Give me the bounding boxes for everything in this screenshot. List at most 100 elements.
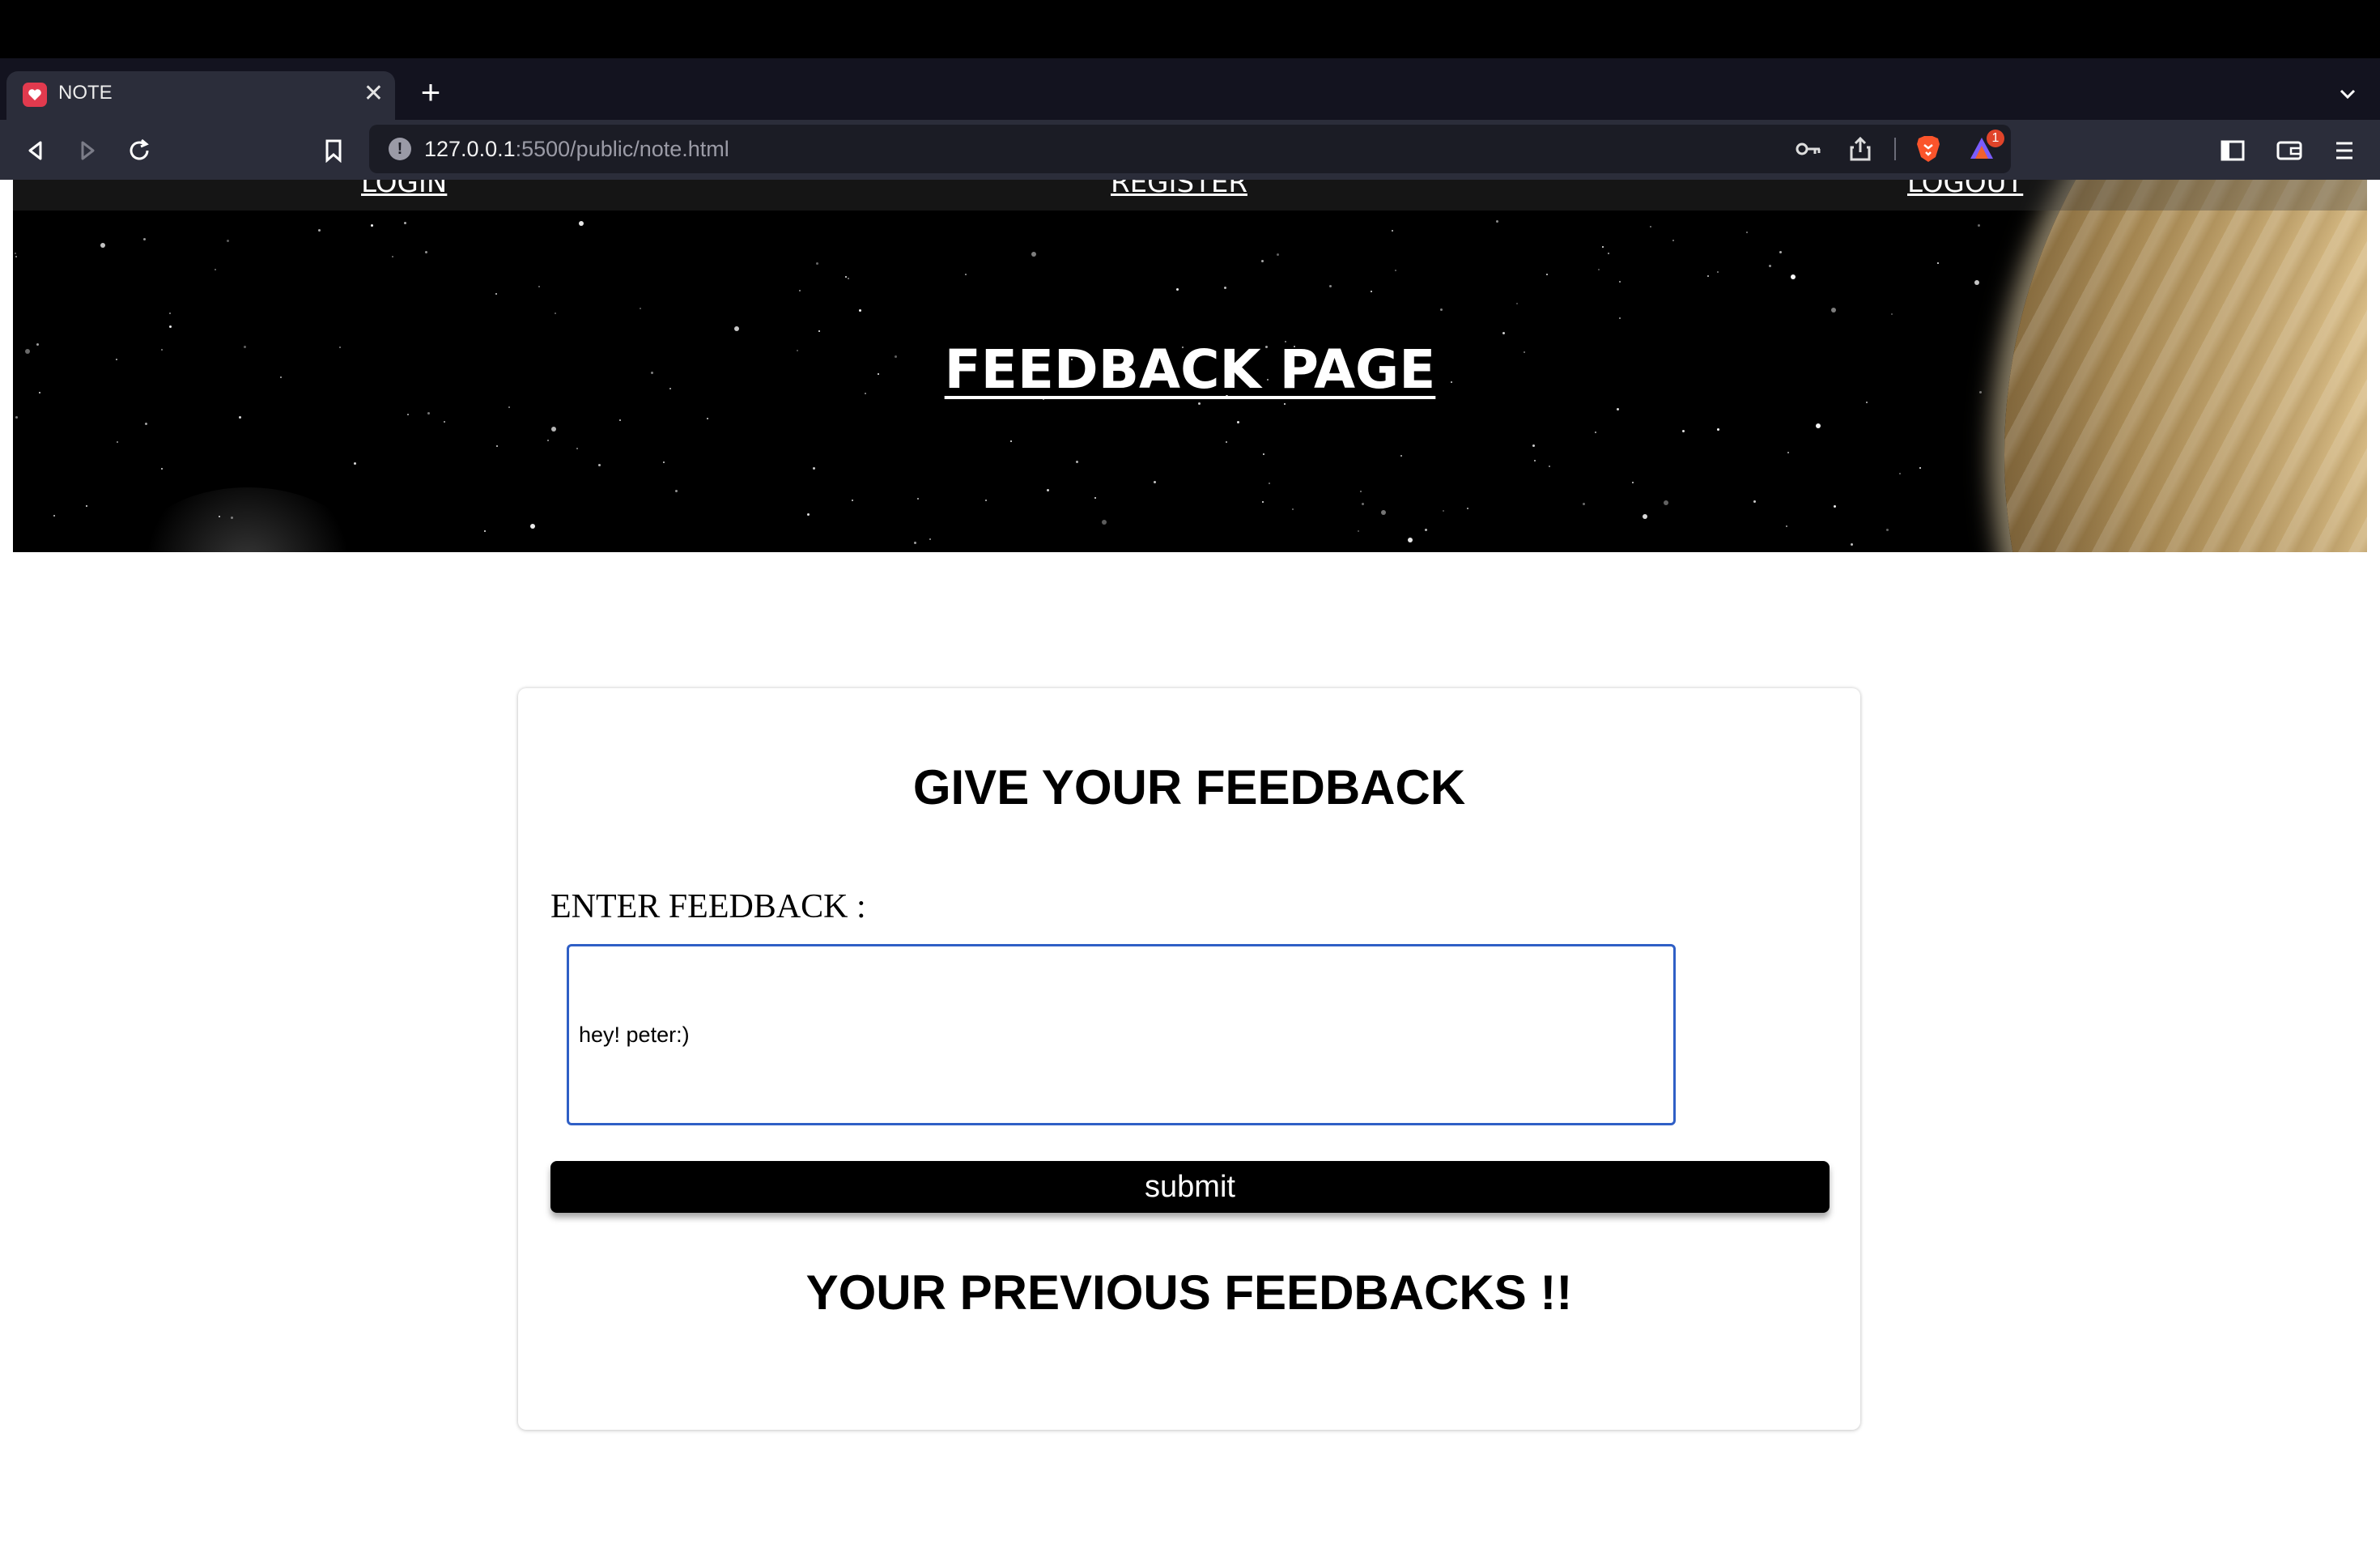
star (1707, 275, 1709, 277)
star (86, 505, 87, 507)
star (1263, 453, 1264, 455)
rewards-icon[interactable]: 1 (1966, 130, 2004, 165)
star (1262, 501, 1264, 503)
star (1672, 240, 1674, 241)
star (407, 414, 409, 415)
star (1816, 423, 1821, 428)
star (425, 251, 427, 253)
chevron-down-icon[interactable] (2331, 78, 2364, 110)
star (371, 224, 373, 227)
star (444, 421, 445, 423)
previous-feedbacks-heading: YOUR PREVIOUS FEEDBACKS !! (805, 1265, 1573, 1320)
star (799, 290, 801, 291)
star (427, 412, 430, 415)
star (1076, 461, 1078, 463)
star (15, 416, 18, 419)
star (807, 513, 810, 516)
star (161, 468, 163, 470)
star (1546, 274, 1548, 275)
star (1664, 500, 1668, 505)
star (15, 256, 17, 257)
star (707, 418, 708, 419)
reload-icon[interactable] (121, 133, 157, 168)
star (619, 419, 621, 421)
star (1440, 308, 1443, 311)
star (1534, 460, 1536, 461)
star (1226, 441, 1227, 443)
rewards-badge: 1 (1987, 130, 2004, 147)
nav-login-link[interactable]: LOGIN (361, 180, 447, 199)
star (215, 269, 216, 270)
back-icon[interactable] (18, 133, 53, 168)
star (1643, 514, 1647, 519)
star (734, 326, 739, 331)
star (965, 274, 967, 275)
star (1974, 280, 1979, 285)
star (1516, 303, 1518, 304)
close-icon[interactable]: ✕ (363, 78, 384, 110)
star (579, 221, 584, 226)
wallet-icon[interactable] (2272, 133, 2307, 168)
star (1329, 285, 1332, 287)
star (318, 229, 321, 232)
star (508, 406, 510, 408)
nav-register-link[interactable]: REGISTER (1111, 180, 1247, 199)
star (1717, 271, 1719, 273)
brave-shields-icon[interactable] (1910, 131, 1946, 167)
star (1617, 408, 1619, 410)
feedback-input[interactable] (567, 944, 1676, 1125)
star (1978, 224, 1980, 227)
star (1650, 226, 1651, 228)
sidebar-icon[interactable] (2215, 133, 2250, 168)
star (929, 538, 931, 540)
address-bar[interactable]: ! 127.0.0.1:5500/public/note.html 1 (369, 125, 2011, 173)
star (1010, 440, 1012, 442)
star (675, 490, 678, 492)
star (1284, 403, 1286, 405)
nav-logout-link[interactable]: LOGOUT (1907, 180, 2023, 199)
share-icon[interactable] (1842, 131, 1878, 167)
star (1919, 467, 1921, 469)
star (1358, 530, 1359, 532)
star (117, 441, 118, 443)
info-icon[interactable]: ! (389, 138, 411, 160)
tab-note[interactable]: NOTE ✕ (6, 71, 395, 120)
forward-icon[interactable] (70, 133, 105, 168)
divider (1894, 138, 1896, 160)
star (145, 423, 147, 425)
star (555, 313, 556, 314)
star (845, 276, 847, 278)
star (1496, 220, 1498, 223)
star (1532, 444, 1535, 447)
star (1632, 482, 1634, 483)
star (852, 500, 853, 501)
star (1886, 529, 1889, 531)
bookmark-icon[interactable] (316, 133, 351, 168)
star (219, 516, 220, 517)
url-text[interactable]: 127.0.0.1:5500/public/note.html (424, 137, 729, 162)
star (1502, 332, 1505, 334)
star (859, 309, 861, 312)
star (496, 445, 498, 447)
star (917, 498, 919, 500)
submit-button[interactable]: submit (550, 1161, 1830, 1213)
star (547, 440, 549, 441)
star (1392, 230, 1393, 232)
star (1176, 288, 1179, 291)
star (1269, 483, 1270, 484)
star (1292, 508, 1294, 510)
tab-title: NOTE (58, 82, 113, 104)
star (392, 256, 393, 257)
new-tab-icon[interactable]: + (413, 74, 448, 110)
star (1362, 503, 1364, 505)
star (1261, 260, 1264, 262)
star (484, 530, 486, 532)
star (551, 427, 556, 432)
star (1831, 308, 1836, 313)
menu-icon[interactable] (2327, 133, 2362, 168)
key-icon[interactable] (1791, 131, 1826, 167)
star (1381, 510, 1386, 515)
star (1047, 489, 1049, 491)
star (1619, 281, 1621, 283)
nebula-glow (126, 487, 369, 552)
